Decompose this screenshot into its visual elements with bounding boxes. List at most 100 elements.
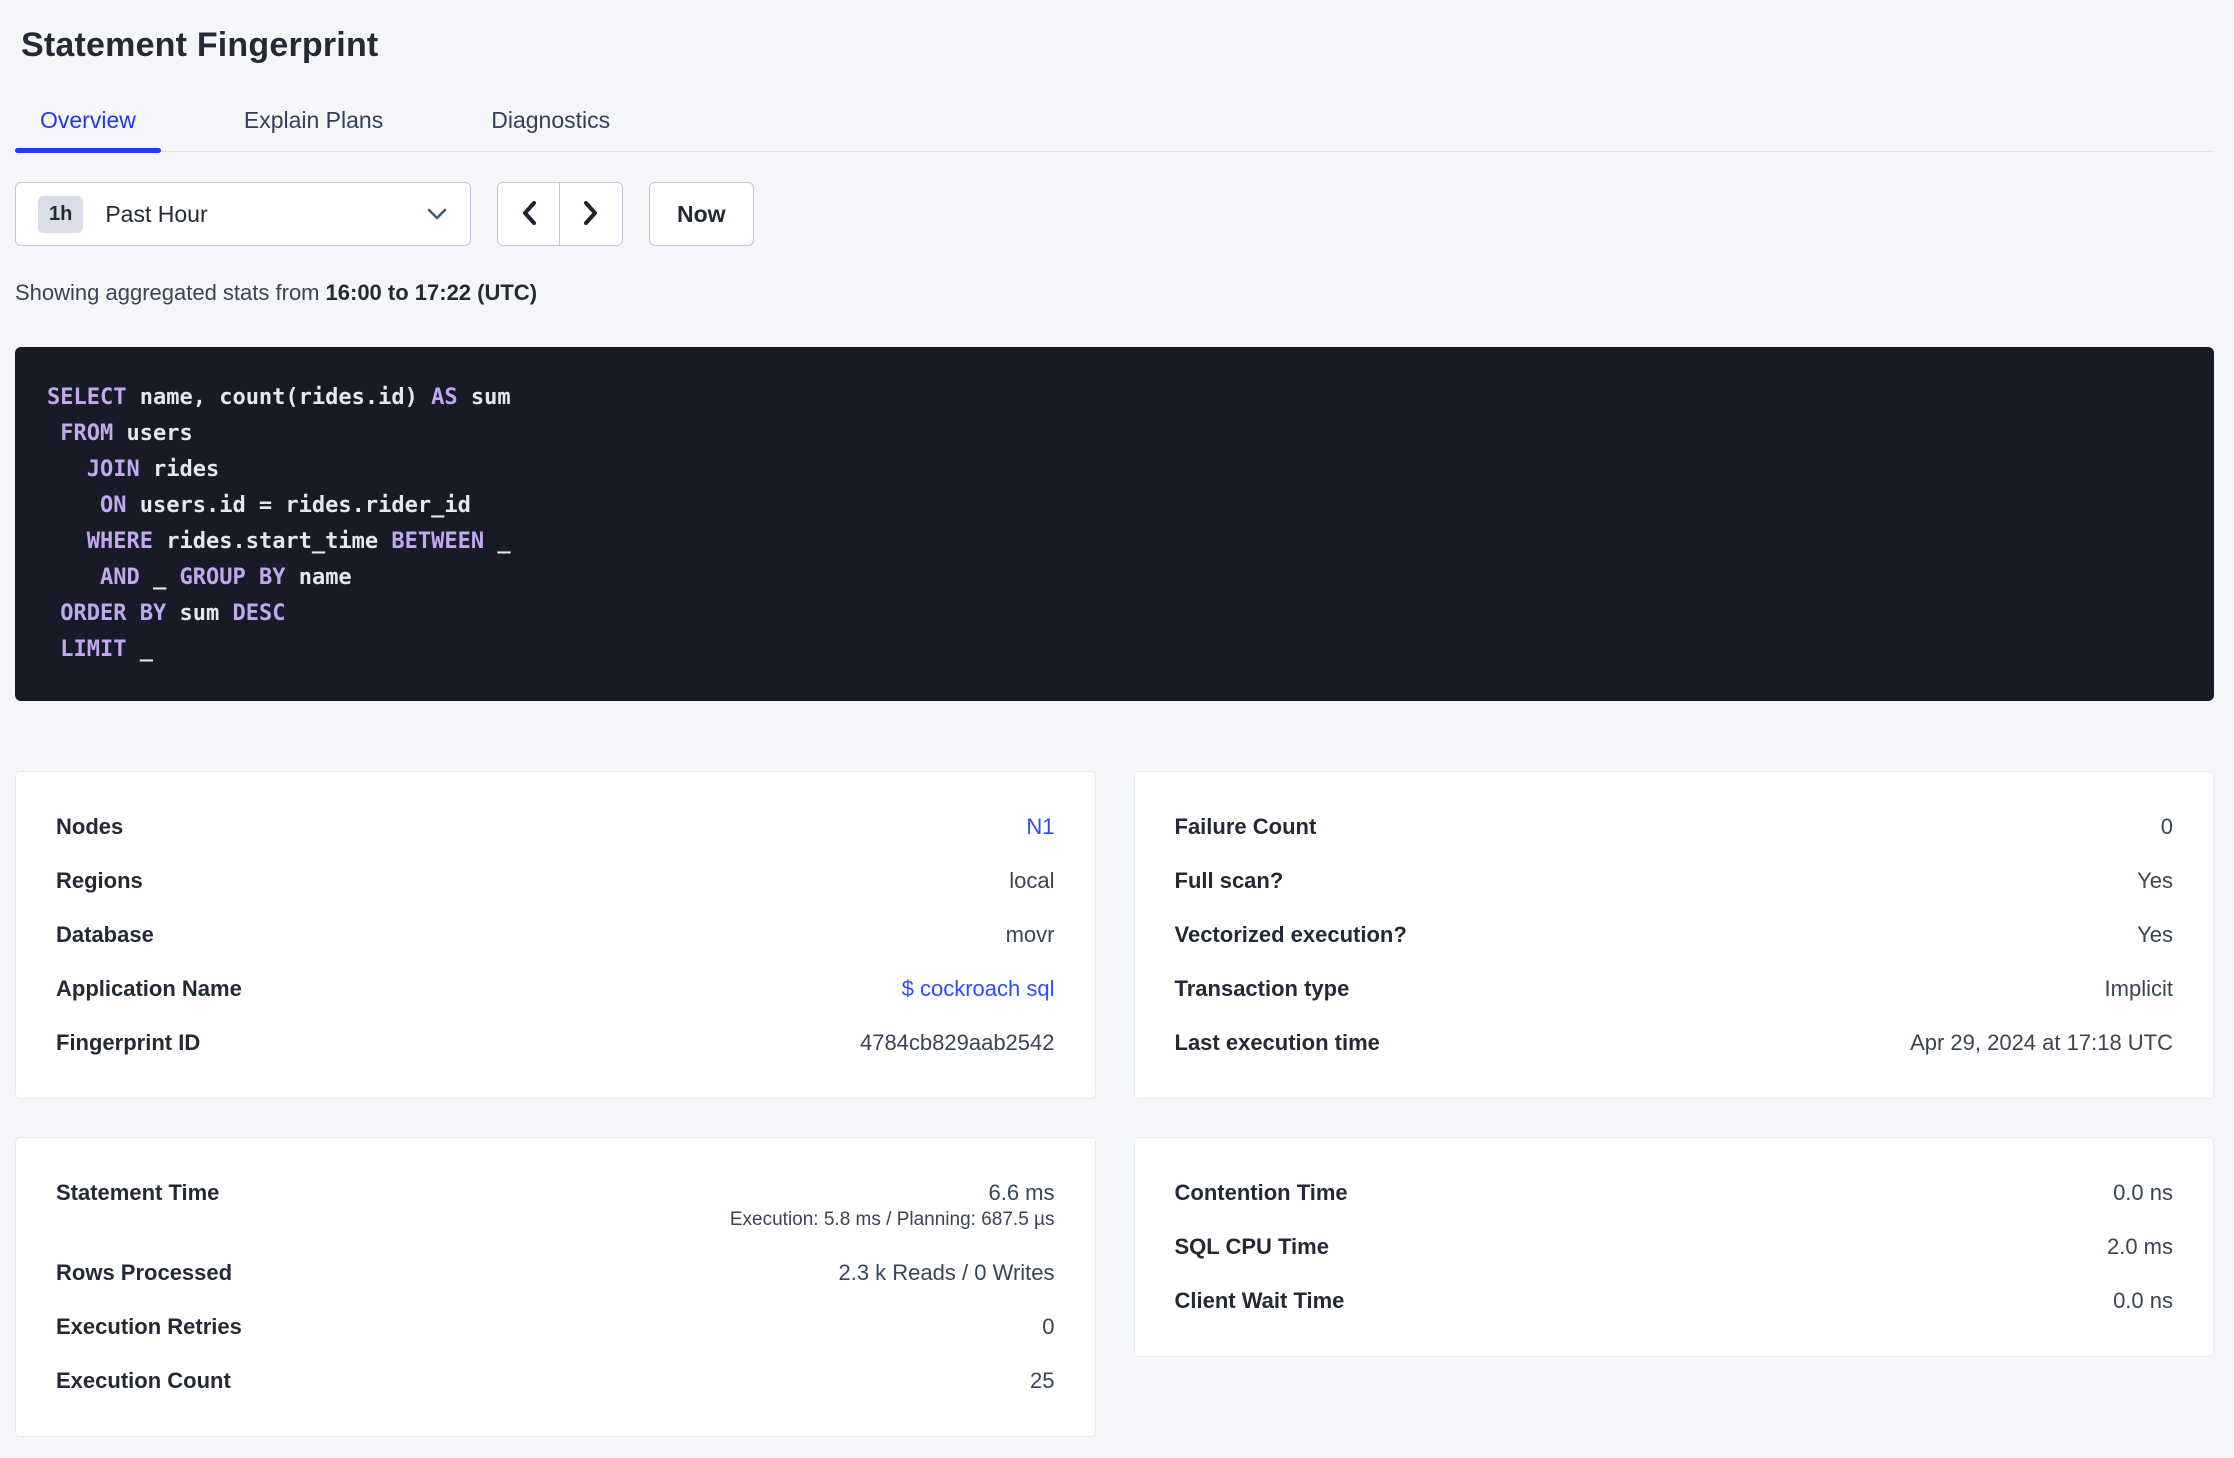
regions-label: Regions (56, 868, 143, 893)
sql-text: users.id = rides.rider_id (126, 493, 471, 518)
full-scan-value-wrap: Yes (2137, 867, 2173, 895)
sql-text: sum (457, 385, 511, 410)
sql-text: rides.start_time (152, 529, 392, 554)
sql-text: name (285, 565, 352, 590)
execution-count-value: 25 (1030, 1368, 1055, 1393)
info-row-application-name: Application Name $ cockroach sql (56, 962, 1055, 1016)
sql-keyword: DESC (232, 601, 286, 626)
sql-keyword: AS (431, 385, 458, 410)
chevron-down-icon (426, 207, 448, 221)
aggregated-stats-summary: Showing aggregated stats from 16:00 to 17… (15, 279, 2214, 307)
statement-fingerprint-page: Statement Fingerprint Overview Explain Pl… (0, 0, 2234, 1437)
sql-line: FROM users (47, 416, 2182, 452)
rows-processed-value-wrap: 2.3 k Reads / 0 Writes (838, 1259, 1054, 1287)
info-row-statement-time: Statement Time 6.6 ms Execution: 5.8 ms / … (56, 1166, 1055, 1246)
sql-line: SELECT name, count(rides.id) AS sum (47, 380, 2182, 416)
rows-processed-value: 2.3 k Reads / 0 Writes (838, 1260, 1055, 1285)
sql-text: name, count(rides.id) (126, 385, 432, 410)
info-row-nodes: Nodes N1 (56, 800, 1055, 854)
client-wait-time-value: 0.0 ns (2113, 1288, 2173, 1313)
chevron-left-icon (520, 199, 538, 230)
sql-line: JOIN rides (47, 452, 2182, 488)
fingerprint-id-value: 4784cb829aab2542 (859, 1030, 1055, 1055)
sql-text: _ (484, 529, 511, 554)
transaction-type-value: Implicit (2104, 976, 2173, 1001)
database-label: Database (56, 922, 154, 947)
sql-text: users (113, 421, 193, 446)
info-row-full-scan: Full scan? Yes (1175, 854, 2174, 908)
contention-time-value: 0.0 ns (2113, 1180, 2173, 1205)
info-row-vectorized-execution: Vectorized execution? Yes (1175, 908, 2174, 962)
sql-keyword: ON (99, 493, 127, 518)
sql-cpu-time-label: SQL CPU Time (1174, 1234, 1329, 1259)
sql-line: WHERE rides.start_time BETWEEN _ (47, 524, 2182, 560)
sql-line: AND _ GROUP BY name (47, 560, 2182, 596)
vectorized-execution-label: Vectorized execution? (1174, 922, 1407, 947)
stats-summary-prefix: Showing aggregated stats from (15, 280, 320, 305)
application-name-value-wrap: $ cockroach sql (902, 975, 1055, 1003)
info-row-regions: Regions local (56, 854, 1055, 908)
timing-card-right: Contention Time 0.0 ns SQL CPU Time 2.0 ms C… (1133, 1137, 2214, 1357)
sql-line: LIMIT _ (47, 632, 2182, 668)
application-name-label: Application Name (56, 976, 242, 1001)
sql-keyword: SELECT (47, 385, 127, 410)
tab-explain-plans[interactable]: Explain Plans (219, 95, 408, 151)
failure-count-value-wrap: 0 (2161, 813, 2173, 841)
execution-count-label: Execution Count (56, 1368, 231, 1393)
info-row-fingerprint-id: Fingerprint ID 4784cb829aab2542 (56, 1016, 1055, 1070)
nodes-value-wrap: N1 (1026, 813, 1054, 841)
execution-retries-value: 0 (1042, 1314, 1055, 1339)
now-button[interactable]: Now (649, 182, 754, 246)
tab-overview[interactable]: Overview (15, 95, 161, 153)
sql-keyword: AND (99, 565, 140, 590)
overview-card-right: Failure Count 0 Full scan? Yes Vectorized ex… (1133, 771, 2214, 1099)
sql-keyword: FROM (60, 421, 114, 446)
info-row-transaction-type: Transaction type Implicit (1175, 962, 2174, 1016)
stats-time-range: 16:00 to 17:22 (UTC) (325, 280, 538, 305)
statement-time-value: 6.6 ms (988, 1180, 1055, 1205)
last-execution-time-label: Last execution time (1174, 1030, 1380, 1055)
sql-keyword: LIMIT (60, 637, 127, 662)
contention-time-label: Contention Time (1174, 1180, 1348, 1205)
rows-processed-label: Rows Processed (56, 1260, 233, 1285)
time-nav-group (497, 182, 623, 246)
sql-line: ORDER BY sum DESC (47, 596, 2182, 632)
time-toolbar: 1h Past Hour Now (15, 182, 2214, 246)
database-value-wrap: movr (1006, 921, 1055, 949)
prev-time-button[interactable] (498, 183, 560, 245)
info-row-execution-retries: Execution Retries 0 (56, 1300, 1055, 1354)
sql-keyword: BETWEEN (391, 529, 485, 554)
fingerprint-id-value-wrap: 4784cb829aab2542 (860, 1029, 1055, 1057)
transaction-type-value-wrap: Implicit (2105, 975, 2173, 1003)
statement-time-subvalue: Execution: 5.8 ms / Planning: 687.5 µs (729, 1209, 1055, 1230)
tabs: Overview Explain Plans Diagnostics (15, 95, 2214, 153)
info-row-sql-cpu-time: SQL CPU Time 2.0 ms (1175, 1220, 2174, 1274)
info-row-client-wait-time: Client Wait Time 0.0 ns (1175, 1274, 2174, 1328)
timing-card-left: Statement Time 6.6 ms Execution: 5.8 ms / … (15, 1137, 1096, 1437)
nodes-link[interactable]: N1 (1026, 813, 1054, 841)
sql-keyword: GROUP BY (179, 565, 286, 590)
sql-cpu-time-value-wrap: 2.0 ms (2107, 1233, 2173, 1261)
next-time-button[interactable] (560, 183, 622, 245)
transaction-type-label: Transaction type (1174, 976, 1350, 1001)
vectorized-execution-value: Yes (2137, 922, 2173, 947)
info-row-execution-count: Execution Count 25 (56, 1354, 1055, 1408)
full-scan-label: Full scan? (1174, 868, 1284, 893)
tab-diagnostics[interactable]: Diagnostics (466, 95, 635, 151)
sql-keyword: WHERE (86, 529, 153, 554)
execution-retries-value-wrap: 0 (1042, 1313, 1054, 1341)
sql-keyword: ORDER BY (60, 601, 167, 626)
client-wait-time-value-wrap: 0.0 ns (2113, 1287, 2173, 1315)
last-execution-time-value: Apr 29, 2024 at 17:18 UTC (1910, 1030, 2173, 1055)
time-interval-select[interactable]: 1h Past Hour (15, 182, 471, 246)
nodes-label: Nodes (56, 814, 124, 839)
overview-card-left: Nodes N1 Regions local Database movr Applicati… (15, 771, 1096, 1099)
application-name-link[interactable]: $ cockroach sql (902, 975, 1055, 1003)
sql-text: _ (126, 637, 153, 662)
sql-line: ON users.id = rides.rider_id (47, 488, 2182, 524)
